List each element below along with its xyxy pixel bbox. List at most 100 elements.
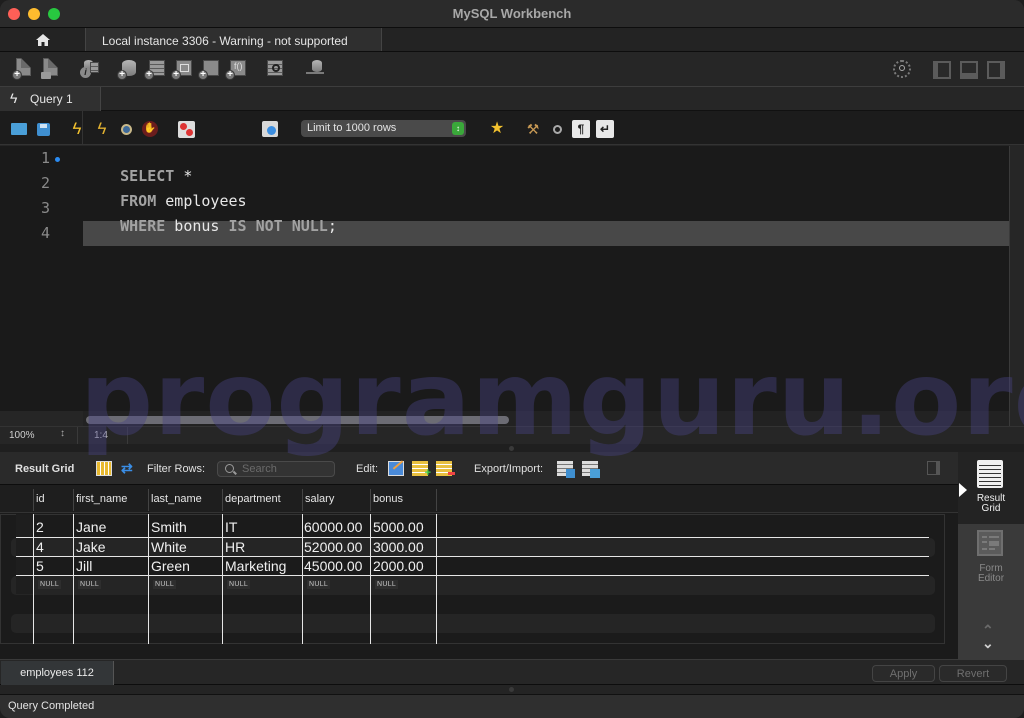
result-grid-icon[interactable]: [977, 460, 1003, 488]
cell-salary[interactable]: 45000.00: [304, 558, 362, 574]
cell-last-name[interactable]: Green: [151, 558, 190, 574]
null-badge[interactable]: NULL: [375, 580, 399, 589]
grid-line: [302, 514, 303, 644]
query-tab[interactable]: ϟ Query 1: [0, 87, 101, 111]
toggle-output-icon[interactable]: [960, 61, 978, 79]
schema-inspector-icon[interactable]: i: [79, 58, 101, 80]
word-wrap-icon[interactable]: ↵: [596, 120, 614, 138]
cell-bonus[interactable]: 5000.00: [373, 519, 424, 535]
code-line-3[interactable]: WHERE bonus IS NOT NULL;: [84, 199, 337, 253]
column-header-department[interactable]: department: [225, 493, 281, 505]
create-view-icon[interactable]: +: [171, 58, 193, 80]
zoom-level[interactable]: 100%: [9, 430, 35, 441]
connection-tab-bar: Local instance 3306 - Warning - not supp…: [0, 28, 1024, 52]
column-header-bonus[interactable]: bonus: [373, 493, 403, 505]
result-tab-employees[interactable]: employees 112: [1, 661, 114, 685]
cell-first-name[interactable]: Jane: [76, 519, 106, 535]
null-badge[interactable]: NULL: [227, 580, 251, 589]
null-badge[interactable]: NULL: [307, 580, 331, 589]
create-table-icon[interactable]: +: [144, 58, 166, 80]
splitter-handle[interactable]: [509, 687, 514, 692]
export-icon[interactable]: [557, 461, 575, 478]
editor-horizontal-scroll-thumb[interactable]: [86, 416, 509, 424]
side-item-label[interactable]: Editor: [958, 574, 1024, 584]
cell-first-name[interactable]: Jill: [76, 558, 92, 574]
query-tab-bar: ϟ Query 1: [0, 87, 1024, 111]
create-function-icon[interactable]: f() +: [225, 58, 247, 80]
query-tab-label: Query 1: [30, 92, 73, 106]
cell-id[interactable]: 2: [36, 519, 44, 535]
stop-icon[interactable]: ✋: [141, 120, 159, 138]
find-icon[interactable]: [548, 120, 566, 138]
autocommit-icon[interactable]: [261, 120, 279, 138]
cell-department[interactable]: HR: [225, 539, 245, 555]
null-badge[interactable]: NULL: [153, 580, 177, 589]
connection-tab-local-instance[interactable]: Local instance 3306 - Warning - not supp…: [85, 28, 382, 51]
line-number: 3: [40, 199, 50, 217]
column-header-first-name[interactable]: first_name: [76, 493, 127, 505]
column-header-last-name[interactable]: last_name: [151, 493, 202, 505]
execute-current-icon[interactable]: ϟ: [93, 120, 111, 138]
cell-department[interactable]: IT: [225, 519, 237, 535]
open-sql-script-icon[interactable]: [39, 58, 61, 80]
cell-id[interactable]: 5: [36, 558, 44, 574]
execute-icon[interactable]: ϟ: [68, 120, 86, 138]
column-header-salary[interactable]: salary: [305, 493, 334, 505]
delete-row-icon[interactable]: [436, 461, 455, 476]
status-separator: [127, 427, 128, 445]
revert-button[interactable]: Revert: [939, 665, 1007, 682]
create-procedure-icon[interactable]: +: [198, 58, 220, 80]
create-schema-icon[interactable]: +: [117, 58, 139, 80]
cell-id[interactable]: 4: [36, 539, 44, 555]
open-file-icon[interactable]: [10, 120, 28, 138]
row-stripe: [11, 538, 935, 557]
edit-row-icon[interactable]: [388, 460, 404, 476]
save-file-icon[interactable]: [34, 120, 52, 138]
toggle-sidebar-icon[interactable]: [933, 61, 951, 79]
cell-last-name[interactable]: White: [151, 539, 187, 555]
cell-salary[interactable]: 52000.00: [304, 539, 362, 555]
add-snippet-icon[interactable]: ★: [488, 120, 506, 138]
cell-bonus[interactable]: 2000.00: [373, 558, 424, 574]
status-bar: Query Completed: [0, 694, 1024, 718]
home-tab[interactable]: [0, 28, 85, 51]
status-text: Query Completed: [8, 700, 95, 712]
zoom-stepper-icon[interactable]: ↕: [60, 428, 65, 439]
column-header-id[interactable]: id: [36, 493, 45, 505]
beautify-icon[interactable]: ⚒: [524, 120, 542, 138]
import-icon[interactable]: [582, 461, 600, 478]
result-grid-title: Result Grid: [15, 463, 75, 475]
apply-button[interactable]: Apply: [872, 665, 935, 682]
column-separator: [436, 489, 437, 511]
search-table-data-icon[interactable]: [265, 58, 287, 80]
grid-line: [16, 537, 929, 538]
cell-bonus[interactable]: 3000.00: [373, 539, 424, 555]
null-badge[interactable]: NULL: [38, 580, 62, 589]
editor-vertical-scrollbar[interactable]: [1009, 146, 1024, 426]
sql-keyword: WHERE: [120, 217, 166, 235]
invisible-chars-icon[interactable]: ¶: [572, 120, 590, 138]
side-item-label: Grid: [981, 503, 1001, 514]
editor-status-bar: 100% ↕ 1:4: [0, 426, 1024, 445]
toggle-columns-icon[interactable]: [96, 461, 112, 476]
new-sql-tab-icon[interactable]: +: [12, 58, 34, 80]
cell-first-name[interactable]: Jake: [76, 539, 106, 555]
toggle-error-continue-icon[interactable]: [177, 120, 195, 138]
cell-department[interactable]: Marketing: [225, 558, 286, 574]
splitter-handle[interactable]: [509, 446, 514, 451]
explain-icon[interactable]: [117, 120, 135, 138]
limit-rows-select[interactable]: Limit to 1000 rows ↕: [301, 120, 466, 137]
toggle-wrap-cell-icon[interactable]: [927, 461, 940, 475]
cell-salary[interactable]: 60000.00: [304, 519, 362, 535]
preferences-icon[interactable]: [893, 60, 911, 78]
add-row-icon[interactable]: +: [412, 461, 431, 479]
filter-rows-search-input[interactable]: Search: [217, 461, 335, 477]
scroll-down-icon[interactable]: ⌄: [982, 636, 994, 650]
form-editor-icon[interactable]: [977, 530, 1003, 556]
toggle-secondary-sidebar-icon[interactable]: [987, 61, 1005, 79]
row-stripe: [11, 576, 935, 595]
refresh-icon[interactable]: ⇄: [121, 460, 133, 477]
cell-last-name[interactable]: Smith: [151, 519, 187, 535]
null-badge[interactable]: NULL: [78, 580, 102, 589]
reconnect-icon[interactable]: [304, 58, 326, 80]
